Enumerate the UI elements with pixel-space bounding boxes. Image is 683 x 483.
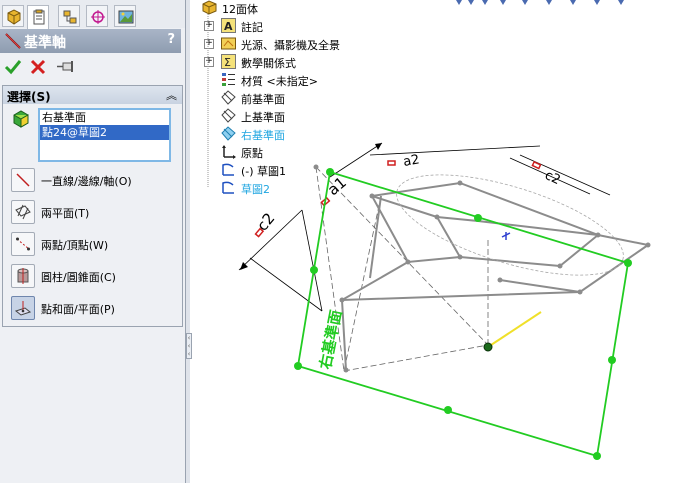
cylinder-cone-button[interactable] [11, 264, 35, 288]
selected-point [483, 342, 493, 352]
cancel-button[interactable] [29, 58, 47, 76]
cube-selection-icon [13, 110, 29, 128]
option-point-face[interactable]: 點和面/平面(P) [11, 296, 181, 322]
dimension-a2[interactable]: a2 [402, 152, 421, 170]
tree-item-label: 光源、攝影機及全景 [241, 39, 340, 52]
tree-item-label: 原點 [241, 147, 263, 160]
collapse-icon[interactable]: ︽ [166, 87, 177, 103]
right-plane-outline [296, 170, 630, 458]
option-label: 一直線/邊線/軸(O) [41, 175, 132, 188]
line-edge-axis-button[interactable] [11, 168, 35, 192]
tree-item-label: 數學關係式 [241, 57, 296, 70]
option-two-points[interactable]: 兩點/頂點(W) [11, 232, 181, 258]
tree-item-label: 右基準面 [241, 129, 285, 142]
tree-connector-lines [207, 14, 209, 187]
list-item[interactable]: 右基準面 [40, 110, 169, 125]
featuremanager-tab[interactable] [2, 5, 24, 27]
two-points-icon [16, 237, 30, 251]
tree-item-label: 材質 <未指定> [241, 75, 318, 88]
configurationmanager-tab-icon [63, 10, 77, 24]
option-two-planes[interactable]: 兩平面(T) [11, 200, 181, 226]
relation-icons [254, 160, 542, 238]
pushpin-button[interactable] [55, 58, 77, 76]
propertymanager-header: 基準軸 ? [0, 29, 181, 53]
dimension-c2-right[interactable]: c2 [542, 168, 562, 188]
display-manager-tab-icon [118, 10, 134, 24]
option-label: 兩平面(T) [41, 207, 90, 220]
ok-button[interactable] [4, 58, 22, 76]
property-manager-panel: 基準軸 ? 選擇(S) ︽ 右基準面 點24@草圖2 一直線/邊線/軸(O) 兩… [0, 0, 186, 483]
construction-lines [315, 166, 489, 372]
two-points-button[interactable] [11, 232, 35, 256]
tree-root-label: 12面体 [222, 3, 258, 16]
featuremanager-tab-icon [7, 9, 21, 25]
selection-list[interactable]: 右基準面 點24@草圖2 [38, 108, 171, 162]
option-label: 兩點/頂點(W) [41, 239, 109, 252]
display-manager-tab[interactable] [114, 5, 136, 27]
help-icon[interactable]: ? [167, 32, 175, 47]
reference-axis-icon [5, 33, 21, 49]
propertymanager-tab-icon [33, 9, 45, 25]
cylinder-icon [17, 268, 29, 284]
manager-tab-bar [0, 0, 185, 29]
tree-item-label: 上基準面 [241, 111, 285, 124]
option-cylinder-cone[interactable]: 圓柱/圓錐面(C) [11, 264, 181, 290]
two-planes-button[interactable] [11, 200, 35, 224]
dimxpert-tab[interactable] [86, 5, 108, 27]
propertymanager-tab[interactable] [27, 5, 49, 29]
list-item[interactable]: 點24@草圖2 [40, 125, 169, 140]
tree-item-label: (-) 草圖1 [241, 165, 287, 178]
configurationmanager-tab[interactable] [58, 5, 80, 27]
page-title: 基準軸 [24, 35, 66, 51]
heads-up-view-toolbar [456, 0, 624, 5]
plane-label[interactable]: 右基準面 [316, 308, 345, 370]
axis-preview-line [487, 311, 542, 348]
point-face-icon [15, 301, 31, 316]
tree-item-label: 草圖2 [241, 183, 270, 196]
tree-item-label: 註記 [241, 21, 263, 34]
selections-group-header[interactable]: 選擇(S) ︽ [3, 86, 182, 104]
dimxpert-tab-icon [91, 10, 105, 24]
option-label: 圓柱/圓錐面(C) [41, 271, 116, 284]
dimension-lines [238, 142, 611, 312]
tree-item-label: 前基準面 [241, 93, 285, 106]
line-edge-axis-icon [16, 173, 30, 187]
selections-group: 選擇(S) ︽ 右基準面 點24@草圖2 一直線/邊線/軸(O) 兩平面(T) … [2, 85, 183, 327]
point-face-button[interactable] [11, 296, 35, 320]
part-icon [202, 0, 217, 15]
dimension-c2-left[interactable]: c2 [253, 209, 278, 234]
option-label: 點和面/平面(P) [41, 303, 115, 316]
two-planes-icon [15, 204, 31, 220]
origin-marker [501, 232, 511, 240]
selections-group-title: 選擇(S) [7, 90, 51, 104]
option-line-edge-axis[interactable]: 一直線/邊線/軸(O) [11, 168, 181, 194]
